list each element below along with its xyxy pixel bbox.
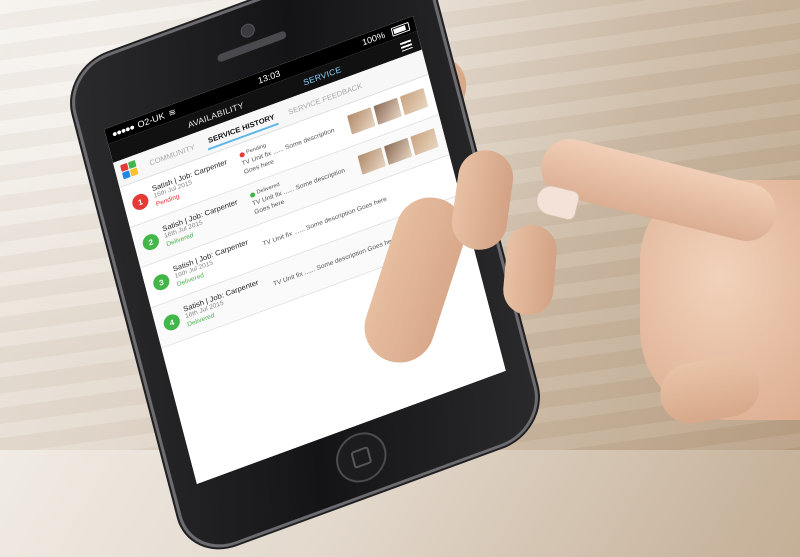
home-square-icon (350, 445, 373, 470)
item-number-badge: 2 (141, 231, 161, 253)
item-number-badge: 1 (130, 191, 151, 213)
menu-icon[interactable] (399, 38, 413, 52)
photo-thumbnail[interactable] (399, 87, 429, 116)
photo-thumbnail[interactable] (373, 97, 402, 125)
photo-thumbnail[interactable] (357, 147, 386, 175)
photo-thumbnail[interactable] (410, 128, 439, 156)
photo-thumbnail[interactable] (383, 137, 413, 166)
item-number-badge: 3 (151, 271, 172, 293)
item-number-badge: 4 (162, 312, 182, 333)
app-logo-icon (120, 159, 140, 181)
photo-thumbnail[interactable] (347, 107, 376, 135)
wifi-icon: ≋ (167, 106, 177, 119)
